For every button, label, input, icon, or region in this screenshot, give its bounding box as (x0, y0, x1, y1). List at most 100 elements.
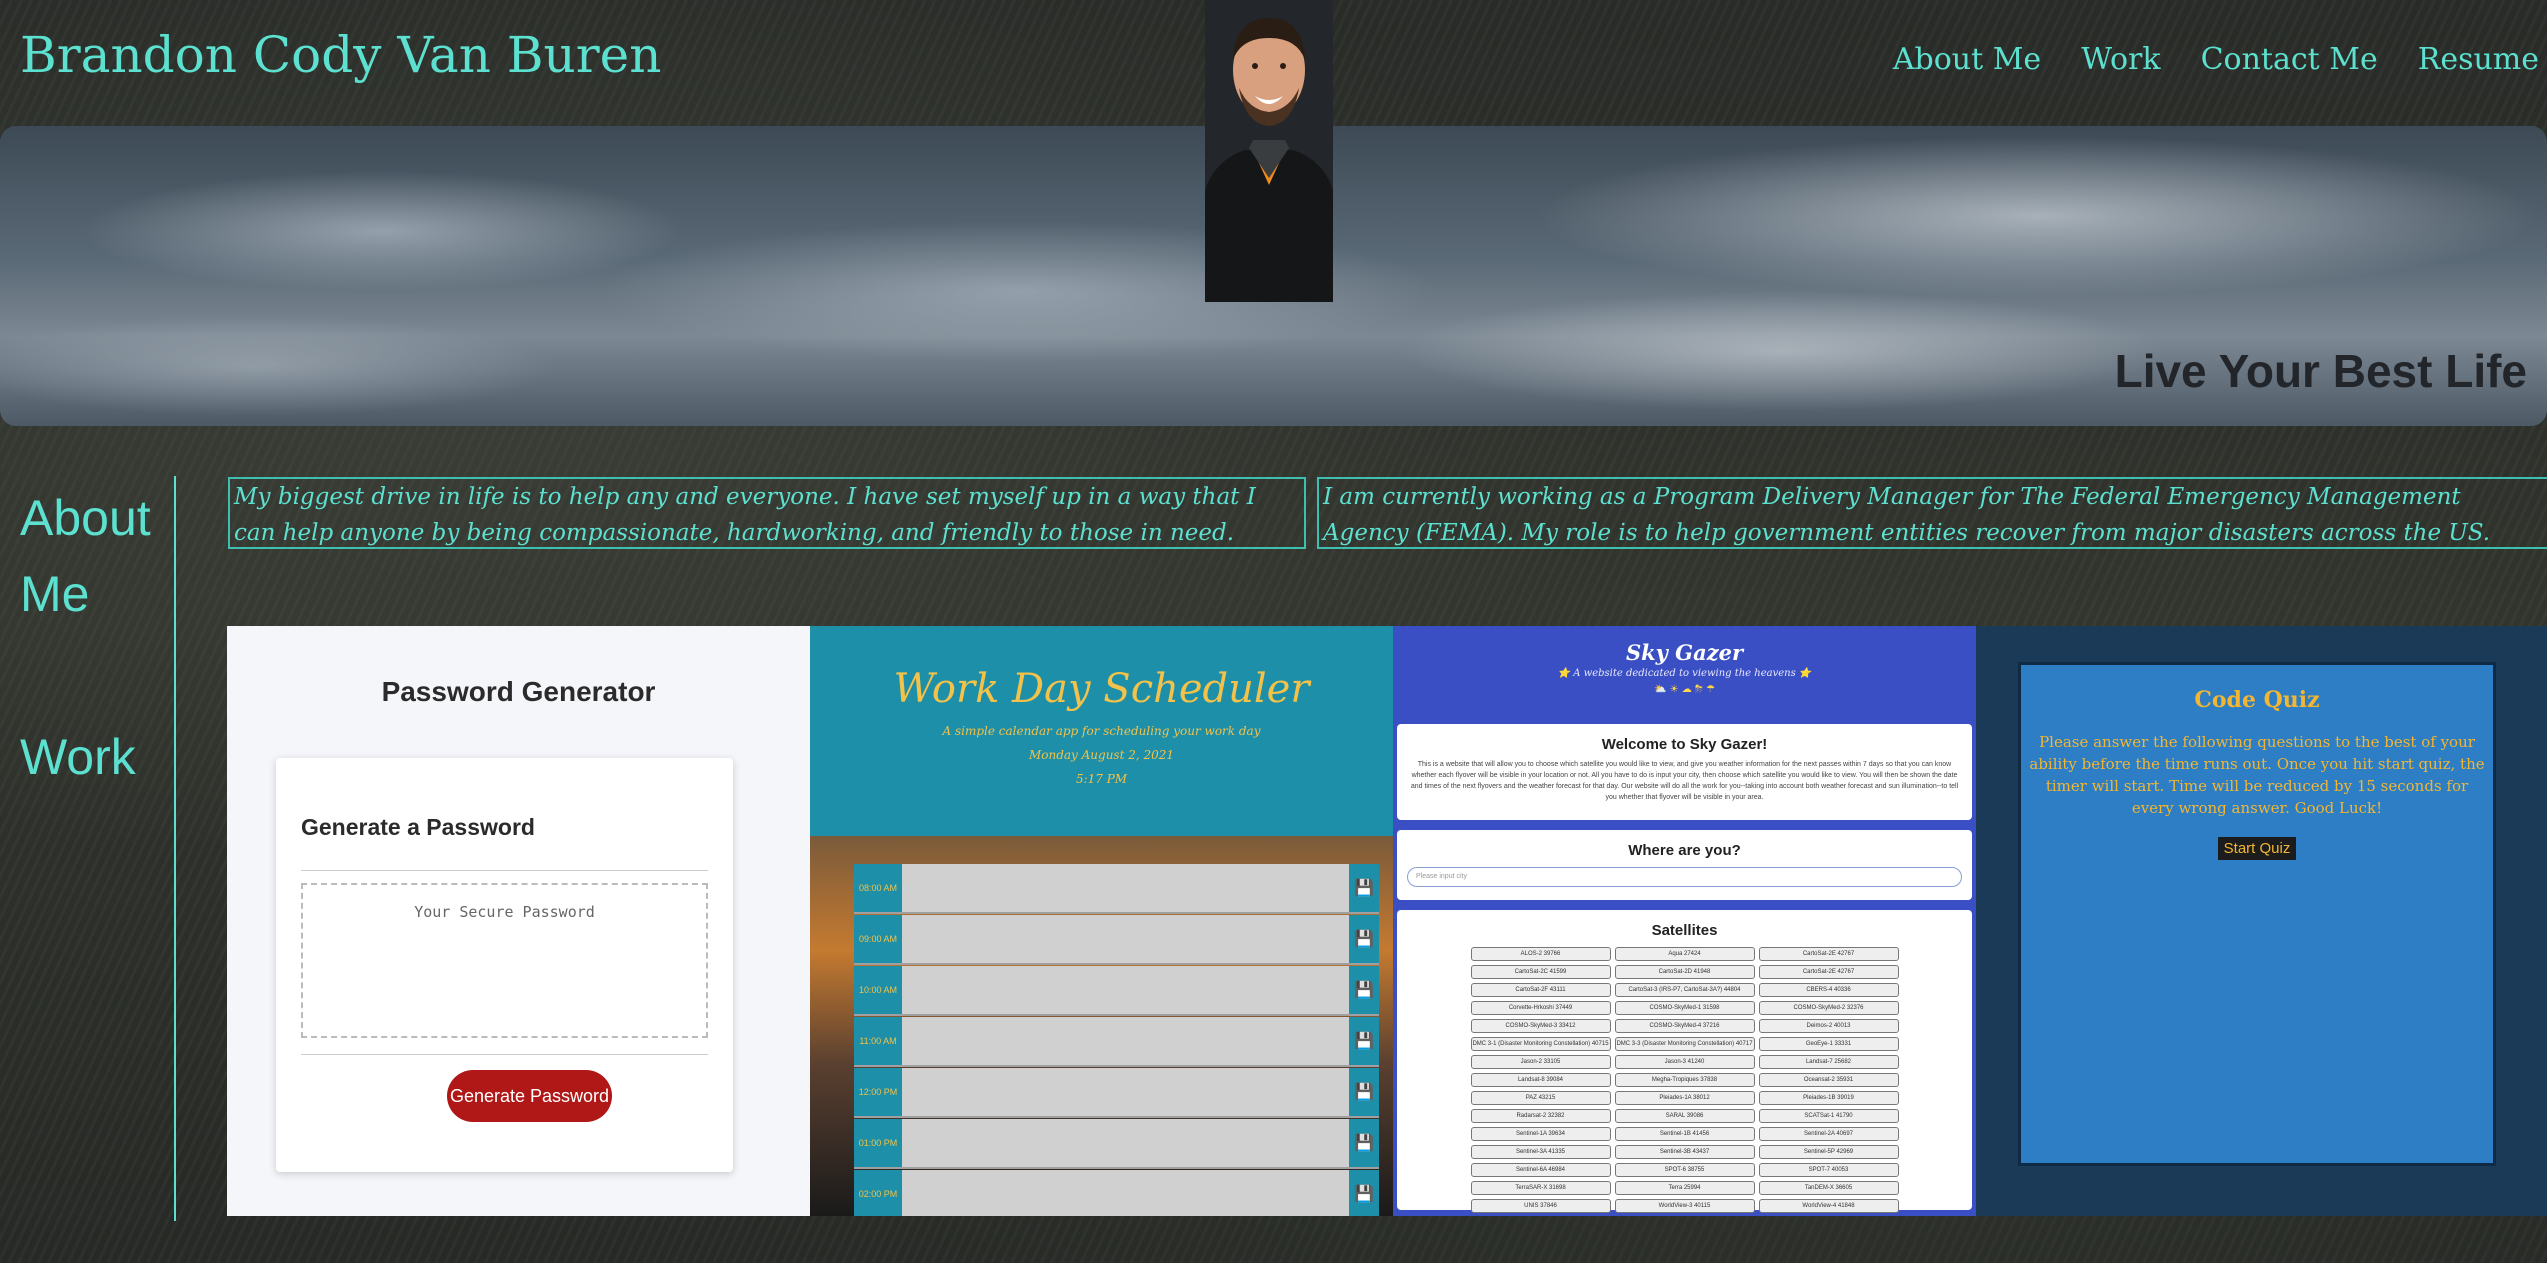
password-generator-title: Password Generator (381, 676, 656, 707)
work-card-password-generator[interactable]: Password Generator Generate a Password Y… (227, 626, 810, 1216)
satellite-button[interactable]: CartoSat-2E 42767 (1758, 965, 1899, 979)
satellites-card: Satellites ALOS-2 39766 Aqua 27424 CartoSa… (1397, 910, 1972, 1213)
satellite-button[interactable]: DMC 3-1 (Disaster Monitoring Constellati… (1470, 1037, 1611, 1051)
sky-gazer-title: Sky Gazer (1625, 640, 1744, 665)
scheduler-header: Work Day Scheduler A simple calendar app… (810, 626, 1393, 834)
time-block-hour: 01:00 PM (854, 1119, 902, 1167)
satellite-button[interactable]: Sentinel-3A 41335 (1470, 1145, 1611, 1159)
save-icon[interactable]: 💾 (1349, 1170, 1379, 1216)
weather-icons: ⛅ ☀ ☁ ⛈ ☂ (1653, 684, 1716, 695)
quiz-instructions: Please answer the following questions to… (2029, 733, 2485, 817)
time-block[interactable]: 08:00 AM 💾 (854, 864, 1379, 914)
work-card-code-quiz[interactable]: Code Quiz Please answer the following qu… (1976, 626, 2547, 1216)
start-quiz-button[interactable]: Start Quiz (2217, 837, 2297, 860)
satellite-button[interactable]: Pleiades-1A 38012 (1614, 1091, 1755, 1105)
password-card: Generate a Password Your Secure Password… (276, 758, 733, 1172)
satellite-button[interactable]: SARAL 39086 (1614, 1109, 1755, 1123)
satellite-button[interactable]: COSMO-SkyMed-4 37216 (1614, 1019, 1755, 1033)
satellite-button[interactable]: Megha-Tropiques 37838 (1614, 1073, 1755, 1087)
site-title: Brandon Cody Van Buren (20, 26, 662, 84)
scheduler-body: 08:00 AM 💾 09:00 AM 💾 10:00 AM 💾 11:00 A… (810, 836, 1393, 1216)
scheduler-time: 5:17 PM (1075, 772, 1128, 786)
password-card-heading: Generate a Password (301, 814, 535, 840)
satellite-button[interactable]: Aqua 27424 (1614, 947, 1755, 961)
satellite-button[interactable]: Sentinel-3B 43437 (1614, 1145, 1755, 1159)
satellite-button[interactable]: COSMO-SkyMed-3 33412 (1470, 1019, 1611, 1033)
satellite-button[interactable]: Pleiades-1B 39019 (1758, 1091, 1899, 1105)
time-block[interactable]: 09:00 AM 💾 (854, 915, 1379, 965)
satellite-button[interactable]: SPOT-7 40053 (1758, 1163, 1899, 1177)
section-heading-work: Work (20, 729, 136, 785)
scheduler-subtitle: A simple calendar app for scheduling you… (942, 724, 1261, 738)
satellite-button[interactable]: GeoEye-1 33331 (1758, 1037, 1899, 1051)
save-icon[interactable]: 💾 (1349, 1068, 1379, 1116)
satellite-button[interactable]: Sentinel-6A 46984 (1470, 1163, 1611, 1177)
location-card: Where are you? Please input city (1397, 830, 1972, 900)
satellite-button[interactable]: WorldView-4 41848 (1758, 1199, 1899, 1213)
time-block[interactable]: 01:00 PM 💾 (854, 1119, 1379, 1169)
satellite-button[interactable]: UNIS 37846 (1470, 1199, 1611, 1213)
satellite-button[interactable]: CartoSat-2D 41948 (1614, 965, 1755, 979)
profile-photo (1205, 0, 1333, 302)
city-input[interactable]: Please input city (1407, 867, 1962, 887)
time-block[interactable]: 10:00 AM 💾 (854, 966, 1379, 1016)
welcome-heading: Welcome to Sky Gazer! (1601, 736, 1768, 753)
satellite-button[interactable]: CartoSat-3 (IRS-P7, CartoSat-3A?) 44804 (1614, 983, 1755, 997)
satellite-button[interactable]: Corvette-Hrkoshi 37449 (1470, 1001, 1611, 1015)
satellite-button[interactable]: Deimos-2 40013 (1758, 1019, 1899, 1033)
satellite-button[interactable]: Sentinel-5P 42969 (1758, 1145, 1899, 1159)
time-block[interactable]: 11:00 AM 💾 (854, 1017, 1379, 1067)
satellite-button[interactable]: Oceansat-2 35931 (1758, 1073, 1899, 1087)
satellites-heading: Satellites (1651, 922, 1718, 939)
satellite-button[interactable]: Sentinel-1A 39634 (1470, 1127, 1611, 1141)
satellite-button[interactable]: Jason-2 33105 (1470, 1055, 1611, 1069)
generate-password-button[interactable]: Generate Password (447, 1070, 612, 1122)
satellite-button[interactable]: CartoSat-2E 42767 (1758, 947, 1899, 961)
work-card-sky-gazer[interactable]: Sky Gazer ⭐ A website dedicated to viewi… (1393, 626, 1976, 1216)
time-block-hour: 12:00 PM (854, 1068, 902, 1116)
satellite-button[interactable]: Jason-3 41240 (1614, 1055, 1755, 1069)
satellite-button[interactable]: DMC 3-3 (Disaster Monitoring Constellati… (1614, 1037, 1755, 1051)
satellite-button[interactable]: WorldView-3 40115 (1614, 1199, 1755, 1213)
section-divider (174, 476, 176, 1221)
scheduler-title: Work Day Scheduler (893, 666, 1310, 712)
satellite-button[interactable]: COSMO-SkyMed-2 32376 (1758, 1001, 1899, 1015)
satellite-button[interactable]: Sentinel-1B 41456 (1614, 1127, 1755, 1141)
about-paragraph-drive: My biggest drive in life is to help any … (228, 477, 1306, 549)
satellite-button[interactable]: CartoSat-2F 43111 (1470, 983, 1611, 997)
time-block[interactable]: 12:00 PM 💾 (854, 1068, 1379, 1118)
satellite-button[interactable]: Sentinel-2A 40697 (1758, 1127, 1899, 1141)
satellite-button[interactable]: CartoSat-2C 41599 (1470, 965, 1611, 979)
save-icon[interactable]: 💾 (1349, 1017, 1379, 1065)
save-icon[interactable]: 💾 (1349, 1119, 1379, 1167)
work-card-scheduler[interactable]: Work Day Scheduler A simple calendar app… (810, 626, 1393, 1216)
satellite-button[interactable]: PAZ 43215 (1470, 1091, 1611, 1105)
satellite-button[interactable]: CBERS-4 40336 (1758, 983, 1899, 997)
satellite-button[interactable]: SPOT-6 38755 (1614, 1163, 1755, 1177)
nav-contact-me[interactable]: Contact Me (2201, 42, 2378, 77)
satellite-button[interactable]: TanDEM-X 36605 (1758, 1181, 1899, 1195)
satellite-button[interactable]: ALOS-2 39766 (1470, 947, 1611, 961)
nav-about-me[interactable]: About Me (1893, 42, 2041, 77)
time-block-hour: 08:00 AM (854, 864, 902, 912)
satellite-list: ALOS-2 39766 Aqua 27424 CartoSat-2E 42767 C… (1397, 947, 1972, 1213)
satellite-button[interactable]: Landsat-8 39084 (1470, 1073, 1611, 1087)
nav-resume[interactable]: Resume (2418, 42, 2539, 77)
save-icon[interactable]: 💾 (1349, 915, 1379, 963)
banner-tagline: Live Your Best Life (2114, 345, 2527, 397)
satellite-button[interactable]: TerraSAR-X 31698 (1470, 1181, 1611, 1195)
satellite-button[interactable]: Terra 25994 (1614, 1181, 1755, 1195)
nav-work[interactable]: Work (2081, 42, 2160, 77)
divider (301, 1054, 708, 1055)
quiz-title: Code Quiz (2194, 687, 2320, 713)
save-icon[interactable]: 💾 (1349, 966, 1379, 1014)
time-block[interactable]: 02:00 PM 💾 (854, 1170, 1379, 1216)
password-output[interactable]: Your Secure Password (301, 883, 708, 1038)
welcome-text: This is a website that will allow you to… (1410, 761, 1959, 801)
satellite-button[interactable]: COSMO-SkyMed-1 31598 (1614, 1001, 1755, 1015)
satellite-button[interactable]: Radarsat-2 32382 (1470, 1109, 1611, 1123)
satellite-button[interactable]: SCATSat-1 41790 (1758, 1109, 1899, 1123)
welcome-card: Welcome to Sky Gazer! This is a website … (1397, 724, 1972, 820)
save-icon[interactable]: 💾 (1349, 864, 1379, 912)
satellite-button[interactable]: Landsat-7 25682 (1758, 1055, 1899, 1069)
